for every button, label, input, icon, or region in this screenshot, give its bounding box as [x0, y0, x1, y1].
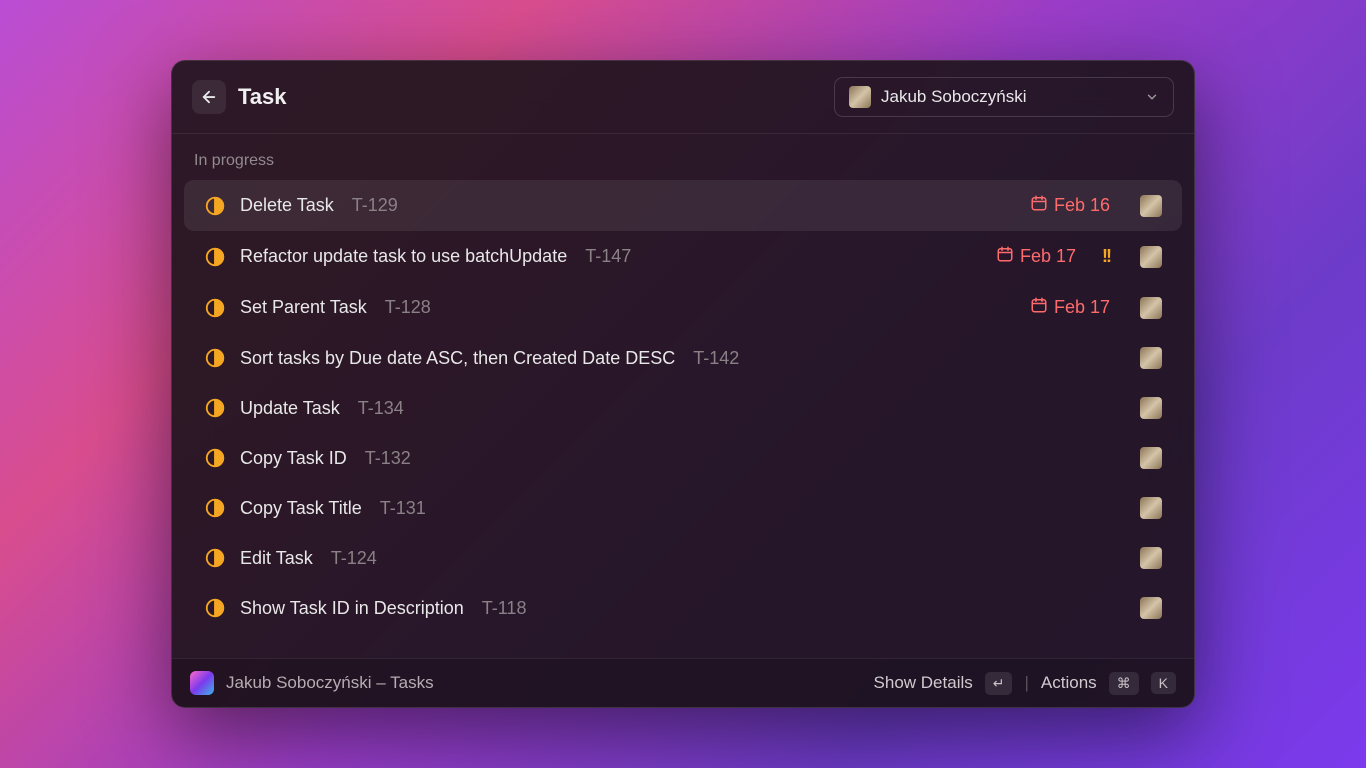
assignee-avatar: [1140, 597, 1162, 619]
task-title: Delete Task: [240, 195, 334, 216]
due-date: Feb 17: [996, 245, 1076, 268]
task-row[interactable]: Delete Task T-129 Feb 16: [184, 180, 1182, 231]
task-id: T-131: [380, 498, 426, 519]
status-in-progress-icon: [204, 397, 226, 419]
assignee-avatar: [1140, 195, 1162, 217]
back-button[interactable]: [192, 80, 226, 114]
assignee-avatar: [1140, 547, 1162, 569]
task-title: Sort tasks by Due date ASC, then Created…: [240, 348, 675, 369]
user-selector[interactable]: Jakub Soboczyński: [834, 77, 1174, 117]
calendar-icon: [996, 245, 1014, 268]
k-key: K: [1151, 672, 1176, 694]
status-in-progress-icon: [204, 297, 226, 319]
extension-name: Jakub Soboczyński – Tasks: [226, 673, 862, 693]
footer-actions: Show Details ↵ | Actions ⌘ K: [874, 672, 1176, 695]
task-id: T-134: [358, 398, 404, 419]
due-date: Feb 17: [1030, 296, 1110, 319]
task-row[interactable]: Update Task T-134: [184, 383, 1182, 433]
status-in-progress-icon: [204, 447, 226, 469]
task-row[interactable]: Copy Task Title T-131: [184, 483, 1182, 533]
task-id: T-147: [585, 246, 631, 267]
task-row[interactable]: Set Parent Task T-128 Feb 17: [184, 282, 1182, 333]
task-id: T-129: [352, 195, 398, 216]
task-window: Task Jakub Soboczyński In progress Delet…: [171, 60, 1195, 708]
task-row[interactable]: Sort tasks by Due date ASC, then Created…: [184, 333, 1182, 383]
task-title: Show Task ID in Description: [240, 598, 464, 619]
task-title: Update Task: [240, 398, 340, 419]
task-row[interactable]: Refactor update task to use batchUpdate T…: [184, 231, 1182, 282]
task-id: T-118: [482, 598, 527, 619]
show-details-action[interactable]: Show Details: [874, 673, 973, 693]
task-row[interactable]: Copy Task ID T-132: [184, 433, 1182, 483]
calendar-icon: [1030, 194, 1048, 217]
assignee-avatar: [1140, 347, 1162, 369]
status-in-progress-icon: [204, 246, 226, 268]
assignee-avatar: [1140, 397, 1162, 419]
divider: |: [1024, 673, 1028, 693]
header: Task Jakub Soboczyński: [172, 61, 1194, 134]
task-list: Delete Task T-129 Feb 16 Refactor update ta…: [172, 180, 1194, 633]
status-in-progress-icon: [204, 195, 226, 217]
user-name: Jakub Soboczyński: [881, 87, 1135, 107]
status-in-progress-icon: [204, 497, 226, 519]
footer: Jakub Soboczyński – Tasks Show Details ↵…: [172, 658, 1194, 707]
task-id: T-128: [385, 297, 431, 318]
avatar: [849, 86, 871, 108]
arrow-left-icon: [200, 88, 218, 106]
assignee-avatar: [1140, 297, 1162, 319]
status-in-progress-icon: [204, 597, 226, 619]
page-title: Task: [238, 84, 834, 110]
status-in-progress-icon: [204, 347, 226, 369]
task-title: Copy Task ID: [240, 448, 347, 469]
task-title: Copy Task Title: [240, 498, 362, 519]
status-in-progress-icon: [204, 547, 226, 569]
extension-icon: [190, 671, 214, 695]
cmd-key: ⌘: [1109, 672, 1139, 695]
assignee-avatar: [1140, 447, 1162, 469]
calendar-icon: [1030, 296, 1048, 319]
enter-key: ↵: [985, 672, 1013, 695]
priority-icon: !!: [1102, 246, 1110, 267]
task-row[interactable]: Edit Task T-124: [184, 533, 1182, 583]
task-id: T-142: [693, 348, 739, 369]
task-title: Edit Task: [240, 548, 313, 569]
due-date: Feb 16: [1030, 194, 1110, 217]
chevron-down-icon: [1145, 90, 1159, 104]
actions-menu[interactable]: Actions: [1041, 673, 1097, 693]
task-id: T-132: [365, 448, 411, 469]
assignee-avatar: [1140, 497, 1162, 519]
task-title: Set Parent Task: [240, 297, 367, 318]
task-title: Refactor update task to use batchUpdate: [240, 246, 567, 267]
task-list-body: In progress Delete Task T-129 Feb 16 Refact…: [172, 134, 1194, 658]
task-row[interactable]: Show Task ID in Description T-118: [184, 583, 1182, 633]
task-id: T-124: [331, 548, 377, 569]
section-label: In progress: [172, 142, 1194, 180]
assignee-avatar: [1140, 246, 1162, 268]
